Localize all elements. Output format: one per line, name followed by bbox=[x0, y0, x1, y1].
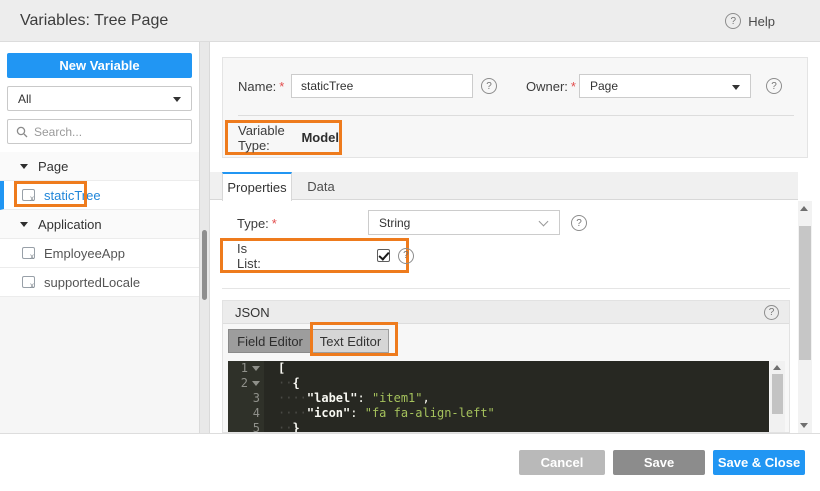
content-scrollbar[interactable] bbox=[798, 201, 812, 433]
editor-scrollbar-thumb[interactable] bbox=[772, 374, 783, 414]
json-title: JSON bbox=[235, 304, 270, 320]
text-editor-button[interactable]: Text Editor bbox=[312, 329, 389, 353]
type-value: String bbox=[379, 215, 411, 230]
search-icon bbox=[16, 126, 28, 137]
line-number: 4 bbox=[228, 406, 264, 421]
help-icon: ? bbox=[725, 13, 742, 29]
sidebar-scrollbar[interactable] bbox=[199, 42, 210, 433]
variables-tree: Page x staticTree Application x Employee… bbox=[0, 152, 199, 297]
field-editor-button[interactable]: Field Editor bbox=[228, 329, 312, 353]
is-list-checkbox[interactable] bbox=[376, 249, 390, 262]
variables-dialog: Variables: Tree Page ? Help New Variable… bbox=[0, 0, 820, 491]
is-list-label: Is List: bbox=[237, 240, 261, 271]
fold-arrow-icon[interactable] bbox=[252, 366, 260, 371]
tree-group-label: Page bbox=[38, 158, 69, 174]
name-help-icon[interactable]: ? bbox=[481, 78, 497, 94]
annotation-box-is-list: Is List: ? bbox=[220, 238, 414, 273]
type-help-icon[interactable]: ? bbox=[571, 215, 587, 231]
divider bbox=[238, 115, 794, 116]
tree-group-label: Application bbox=[38, 216, 102, 232]
owner-help-icon[interactable]: ? bbox=[766, 78, 782, 94]
sidebar-empty-area bbox=[0, 297, 199, 433]
save-and-close-button[interactable]: Save & Close bbox=[713, 450, 805, 475]
search-box bbox=[7, 119, 192, 144]
is-list-help-icon[interactable]: ? bbox=[397, 247, 414, 264]
variable-type-label: Variable Type: bbox=[238, 122, 285, 153]
tab-data[interactable]: Data bbox=[292, 172, 350, 200]
required-marker: * bbox=[570, 79, 576, 94]
tree-item-supportedlocale[interactable]: x supportedLocale bbox=[0, 268, 199, 297]
tree-item-employeeapp[interactable]: x EmployeeApp bbox=[0, 239, 199, 268]
tree-item-label: staticTree bbox=[44, 187, 101, 203]
chevron-down-icon bbox=[538, 216, 549, 227]
name-label: Name: * bbox=[238, 79, 285, 94]
fold-arrow-icon[interactable] bbox=[252, 381, 260, 386]
annotation-box-variable-type: Variable Type: Model bbox=[225, 120, 342, 155]
dialog-header: Variables: Tree Page ? Help bbox=[0, 0, 820, 42]
scroll-up-icon[interactable] bbox=[773, 365, 781, 370]
variable-filter-value: All bbox=[18, 91, 32, 106]
json-help-icon[interactable]: ? bbox=[764, 304, 779, 320]
caret-down-icon bbox=[20, 221, 28, 227]
type-select[interactable]: String bbox=[368, 210, 560, 235]
code-line: 1[ bbox=[228, 361, 769, 376]
required-marker: * bbox=[279, 79, 285, 94]
code-line: 2 ··{ bbox=[228, 376, 769, 391]
page-title: Variables: Tree Page bbox=[20, 12, 169, 29]
tree-item-label: supportedLocale bbox=[44, 274, 141, 290]
tree-group-page[interactable]: Page bbox=[0, 152, 199, 181]
variable-type-value: Model bbox=[301, 130, 339, 145]
code-line: 3 ····"label": "item1", bbox=[228, 391, 769, 406]
code-line: 5 ··} bbox=[228, 421, 769, 432]
owner-value: Page bbox=[590, 79, 619, 93]
save-button[interactable]: Save bbox=[613, 450, 705, 475]
new-variable-button[interactable]: New Variable bbox=[7, 53, 192, 78]
line-number: 1 bbox=[228, 361, 264, 376]
variables-sidebar: New Variable All Page x staticTree App bbox=[0, 42, 199, 433]
divider bbox=[222, 288, 790, 289]
json-code-editor[interactable]: 1[2 ··{3 ····"label": "item1", 4 ····"icon":… bbox=[228, 361, 769, 432]
variable-icon: x bbox=[22, 189, 35, 203]
tab-bar: Properties Data bbox=[210, 172, 798, 201]
line-number: 3 bbox=[228, 391, 264, 406]
json-panel: JSON ? Field Editor Text Editor 1[2 ··{3 ·… bbox=[222, 300, 790, 433]
scroll-down-icon[interactable] bbox=[800, 423, 808, 428]
owner-label: Owner: * bbox=[526, 79, 576, 94]
variable-icon: x bbox=[22, 247, 35, 261]
editor-scrollbar[interactable] bbox=[770, 361, 785, 432]
type-label: Type: * bbox=[237, 216, 277, 231]
tree-item-statictree[interactable]: x staticTree bbox=[0, 181, 199, 210]
owner-select[interactable]: Page bbox=[579, 74, 751, 98]
dialog-footer: Cancel Save Save & Close bbox=[0, 433, 820, 491]
variable-summary-panel: Name:* ? Owner:* Page ? Variable Type: M… bbox=[222, 57, 808, 158]
line-number: 2 bbox=[228, 376, 264, 391]
sidebar-scrollbar-thumb[interactable] bbox=[202, 230, 207, 300]
search-input[interactable] bbox=[34, 124, 183, 139]
cancel-button[interactable]: Cancel bbox=[519, 450, 605, 475]
json-panel-header: JSON ? bbox=[223, 301, 789, 324]
scroll-up-icon[interactable] bbox=[800, 206, 808, 211]
caret-down-icon bbox=[20, 163, 28, 169]
tab-properties[interactable]: Properties bbox=[222, 172, 292, 201]
chevron-down-icon bbox=[173, 97, 181, 102]
tree-group-application[interactable]: Application bbox=[0, 210, 199, 239]
help-label: Help bbox=[748, 13, 775, 29]
tree-item-label: EmployeeApp bbox=[44, 245, 125, 261]
code-lines: 1[2 ··{3 ····"label": "item1", 4 ····"icon":… bbox=[228, 361, 769, 432]
content-scrollbar-thumb[interactable] bbox=[799, 226, 811, 360]
chevron-down-icon bbox=[732, 85, 740, 90]
help-link[interactable]: ? Help bbox=[725, 13, 775, 29]
required-marker: * bbox=[271, 216, 277, 231]
variable-icon: x bbox=[22, 276, 35, 290]
variable-filter-select[interactable]: All bbox=[7, 86, 192, 111]
line-number: 5 bbox=[228, 421, 264, 432]
code-line: 4 ····"icon": "fa fa-align-left" bbox=[228, 406, 769, 421]
name-field[interactable] bbox=[291, 74, 473, 98]
